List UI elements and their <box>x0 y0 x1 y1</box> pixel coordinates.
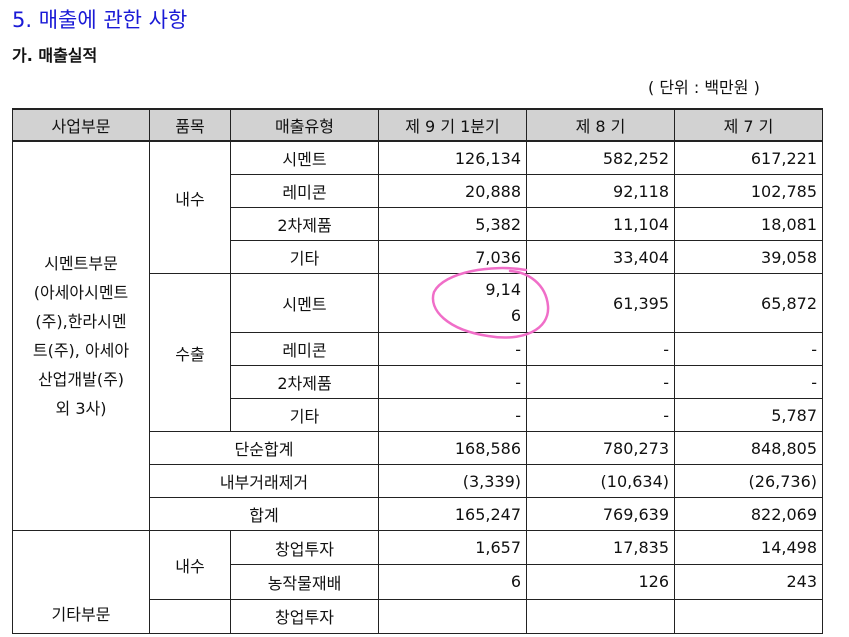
value-cell: 6 <box>378 564 527 600</box>
value-cell: - <box>378 365 527 399</box>
elimination-label: 내부거래제거 <box>149 464 379 498</box>
value-cell: 5,787 <box>674 398 823 432</box>
value-cell <box>526 598 675 635</box>
sales-type: 2차제품 <box>230 207 379 241</box>
sales-type: 시멘트 <box>230 273 379 333</box>
value-line: 6 <box>510 306 521 325</box>
header-division: 사업부문 <box>12 108 150 142</box>
sales-type: 시멘트 <box>230 140 379 175</box>
value-cell: 14,498 <box>674 529 823 566</box>
sales-type: 창업투자 <box>230 529 379 566</box>
sales-type: 창업투자 <box>230 598 379 635</box>
sales-type: 레미콘 <box>230 332 379 366</box>
value-cell: 582,252 <box>526 140 675 175</box>
sales-type: 기타 <box>230 240 379 274</box>
division-other: 기타부문 <box>12 530 150 634</box>
value-cell: 20,888 <box>378 174 527 208</box>
value-cell: - <box>526 398 675 432</box>
value-cell: - <box>674 365 823 399</box>
value-cell: 5,382 <box>378 207 527 241</box>
section-subtitle: 가. 매출실적 <box>12 46 98 65</box>
header-sales-type: 매출유형 <box>230 108 379 142</box>
division-line: 외 3사) <box>55 399 107 418</box>
item-empty <box>149 598 231 635</box>
item-domestic: 내수 <box>149 140 231 274</box>
division-line: 트(주), 아세아 <box>32 341 130 360</box>
value-cell: 126 <box>526 564 675 600</box>
value-cell: 165,247 <box>378 497 527 531</box>
value-cell: 7,036 <box>378 240 527 274</box>
value-cell: (10,634) <box>526 464 675 498</box>
value-line: 9,14 <box>485 280 521 299</box>
value-cell: 39,058 <box>674 240 823 274</box>
value-cell: 102,785 <box>674 174 823 208</box>
value-cell: - <box>378 332 527 366</box>
sales-type: 2차제품 <box>230 365 379 399</box>
value-cell: 769,639 <box>526 497 675 531</box>
value-cell: (26,736) <box>674 464 823 498</box>
value-cell: 33,404 <box>526 240 675 274</box>
value-cell: 126,134 <box>378 140 527 175</box>
subtotal-label: 단순합계 <box>149 431 379 465</box>
value-cell: 168,586 <box>378 431 527 465</box>
value-cell: 617,221 <box>674 140 823 175</box>
value-cell: 1,657 <box>378 529 527 566</box>
value-cell: 11,104 <box>526 207 675 241</box>
value-cell <box>378 598 527 635</box>
value-cell: - <box>378 398 527 432</box>
header-period-8: 제 8 기 <box>526 108 675 142</box>
value-cell: - <box>526 332 675 366</box>
value-cell: 822,069 <box>674 497 823 531</box>
sales-type: 기타 <box>230 398 379 432</box>
value-cell: 848,805 <box>674 431 823 465</box>
value-cell: - <box>674 332 823 366</box>
division-cement: 시멘트부문 (아세아시멘트 (주),한라시멘 트(주), 아세아 산업개발(주)… <box>12 140 150 531</box>
header-period-9q1: 제 9 기 1분기 <box>378 108 527 142</box>
value-cell-annotated: 9,14 6 <box>378 273 527 333</box>
section-title: 5. 매출에 관한 사항 <box>12 8 188 32</box>
value-cell <box>674 598 823 635</box>
value-cell: 18,081 <box>674 207 823 241</box>
sales-type: 레미콘 <box>230 174 379 208</box>
division-line: (아세아시멘트 <box>33 283 129 302</box>
header-item: 품목 <box>149 108 231 142</box>
total-label: 합계 <box>149 497 379 531</box>
value-cell: 243 <box>674 564 823 600</box>
table-row: 기타부문 내수 창업투자 1,657 17,835 14,498 <box>12 529 823 634</box>
value-cell: 65,872 <box>674 273 823 333</box>
value-cell: (3,339) <box>378 464 527 498</box>
value-cell: - <box>526 365 675 399</box>
value-cell: 92,118 <box>526 174 675 208</box>
division-line: 산업개발(주) <box>37 370 125 389</box>
value-cell: 780,273 <box>526 431 675 465</box>
item-domestic: 내수 <box>149 530 231 600</box>
sales-table: 사업부문 품목 매출유형 제 9 기 1분기 제 8 기 제 7 기 시멘트부문… <box>12 108 823 635</box>
division-line: 시멘트부문 <box>44 254 118 273</box>
value-cell: 61,395 <box>526 273 675 333</box>
table-header-row: 사업부문 품목 매출유형 제 9 기 1분기 제 8 기 제 7 기 <box>12 108 823 142</box>
item-export: 수출 <box>149 273 231 432</box>
sales-type: 농작물재배 <box>230 564 379 600</box>
division-line: (주),한라시멘 <box>35 312 127 331</box>
unit-label: ( 단위 : 백만원 ) <box>648 78 760 97</box>
value-cell: 17,835 <box>526 529 675 566</box>
table-row: 시멘트부문 (아세아시멘트 (주),한라시멘 트(주), 아세아 산업개발(주)… <box>12 140 823 531</box>
header-period-7: 제 7 기 <box>674 108 823 142</box>
